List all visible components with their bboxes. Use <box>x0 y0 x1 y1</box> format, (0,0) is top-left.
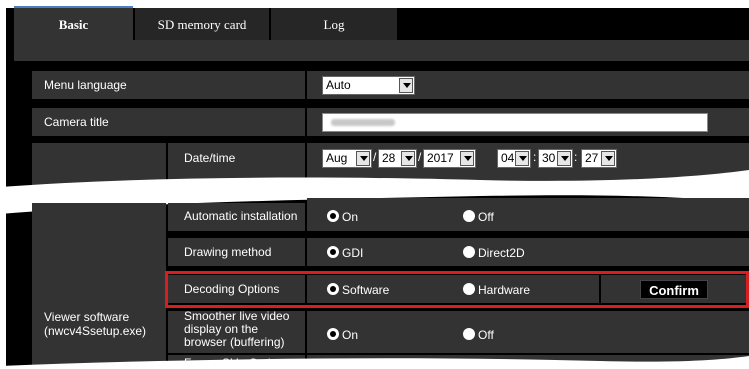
menu-language-label: Menu language <box>44 78 127 92</box>
automatic-installation-label: Automatic installation <box>184 209 298 223</box>
smoother-live-video-label: Smoother live video display on the brows… <box>184 310 289 349</box>
chevron-down-icon <box>401 151 415 166</box>
date-separator: / <box>418 150 422 164</box>
minute-value: 30 <box>542 151 556 165</box>
date-separator: / <box>373 150 377 164</box>
date-time-label: Date/time <box>184 151 236 165</box>
chevron-down-icon <box>601 151 615 166</box>
day-value: 28 <box>382 151 396 165</box>
automatic-installation-off-label[interactable]: Off <box>478 210 494 224</box>
drawing-method-direct2d-label[interactable]: Direct2D <box>478 246 525 260</box>
month-select[interactable]: Aug <box>322 149 372 168</box>
chevron-down-icon <box>399 78 413 93</box>
drawing-method-gdi-label[interactable]: GDI <box>342 246 363 260</box>
chevron-down-icon <box>515 151 529 166</box>
chevron-down-icon <box>356 151 370 166</box>
year-value: 2017 <box>427 151 454 165</box>
frame-skip-value-cell <box>307 355 749 369</box>
menu-language-select[interactable]: Auto <box>322 76 415 95</box>
automatic-installation-value-cell <box>307 198 749 231</box>
smoother-live-video-value-cell <box>307 311 749 353</box>
smoother-off-radio[interactable] <box>463 328 475 340</box>
hour-select[interactable]: 04 <box>497 149 531 168</box>
minute-select[interactable]: 30 <box>538 149 573 168</box>
blurred-camera-title <box>331 119 395 126</box>
decoding-hardware-label[interactable]: Hardware <box>478 283 530 297</box>
chevron-down-icon <box>557 151 571 166</box>
drawing-method-gdi-radio[interactable] <box>327 246 339 258</box>
date-group-left-cell <box>32 143 166 188</box>
tab-content-header <box>14 40 749 61</box>
smoother-off-label[interactable]: Off <box>478 328 494 342</box>
month-value: Aug <box>326 151 348 165</box>
smoother-on-radio[interactable] <box>327 328 339 340</box>
settings-screenshot: Basic SD memory card Log Menu language A… <box>0 0 749 369</box>
hour-value: 04 <box>501 151 515 165</box>
drawing-method-value-cell <box>307 238 749 266</box>
frame-skip-options-label: Frame Skip Options <box>184 356 291 369</box>
time-separator: : <box>574 150 578 164</box>
second-select[interactable]: 27 <box>581 149 617 168</box>
camera-title-label: Camera title <box>44 115 109 129</box>
smoother-label-line3: browser (buffering) <box>184 335 285 349</box>
menu-language-value: Auto <box>326 78 351 92</box>
decoding-hardware-radio[interactable] <box>463 283 475 295</box>
confirm-button[interactable]: Confirm <box>640 280 708 299</box>
second-value: 27 <box>585 151 599 165</box>
drawing-method-direct2d-radio[interactable] <box>463 246 475 258</box>
decoding-software-radio[interactable] <box>327 283 339 295</box>
viewer-software-label: Viewer software (nwcv4Ssetup.exe) <box>44 310 146 338</box>
automatic-installation-off-radio[interactable] <box>463 210 475 222</box>
day-select[interactable]: 28 <box>378 149 417 168</box>
viewer-software-label-line1: Viewer software <box>44 310 130 324</box>
tab-sd-memory-card[interactable]: SD memory card <box>135 8 269 40</box>
drawing-method-label: Drawing method <box>184 245 272 259</box>
decoding-options-label: Decoding Options <box>184 282 280 296</box>
year-select[interactable]: 2017 <box>423 149 476 168</box>
automatic-installation-on-radio[interactable] <box>327 210 339 222</box>
viewer-software-label-line2: (nwcv4Ssetup.exe) <box>44 324 147 338</box>
time-separator: : <box>533 150 537 164</box>
decoding-software-label[interactable]: Software <box>342 283 389 297</box>
smoother-on-label[interactable]: On <box>342 328 358 342</box>
chevron-down-icon <box>460 151 474 166</box>
camera-title-input[interactable] <box>322 113 708 132</box>
automatic-installation-on-label[interactable]: On <box>342 210 358 224</box>
viewer-software-label-cell <box>32 203 166 369</box>
date-time-label-cell <box>168 143 305 188</box>
tab-basic[interactable]: Basic <box>14 6 133 42</box>
tab-log[interactable]: Log <box>271 8 397 40</box>
